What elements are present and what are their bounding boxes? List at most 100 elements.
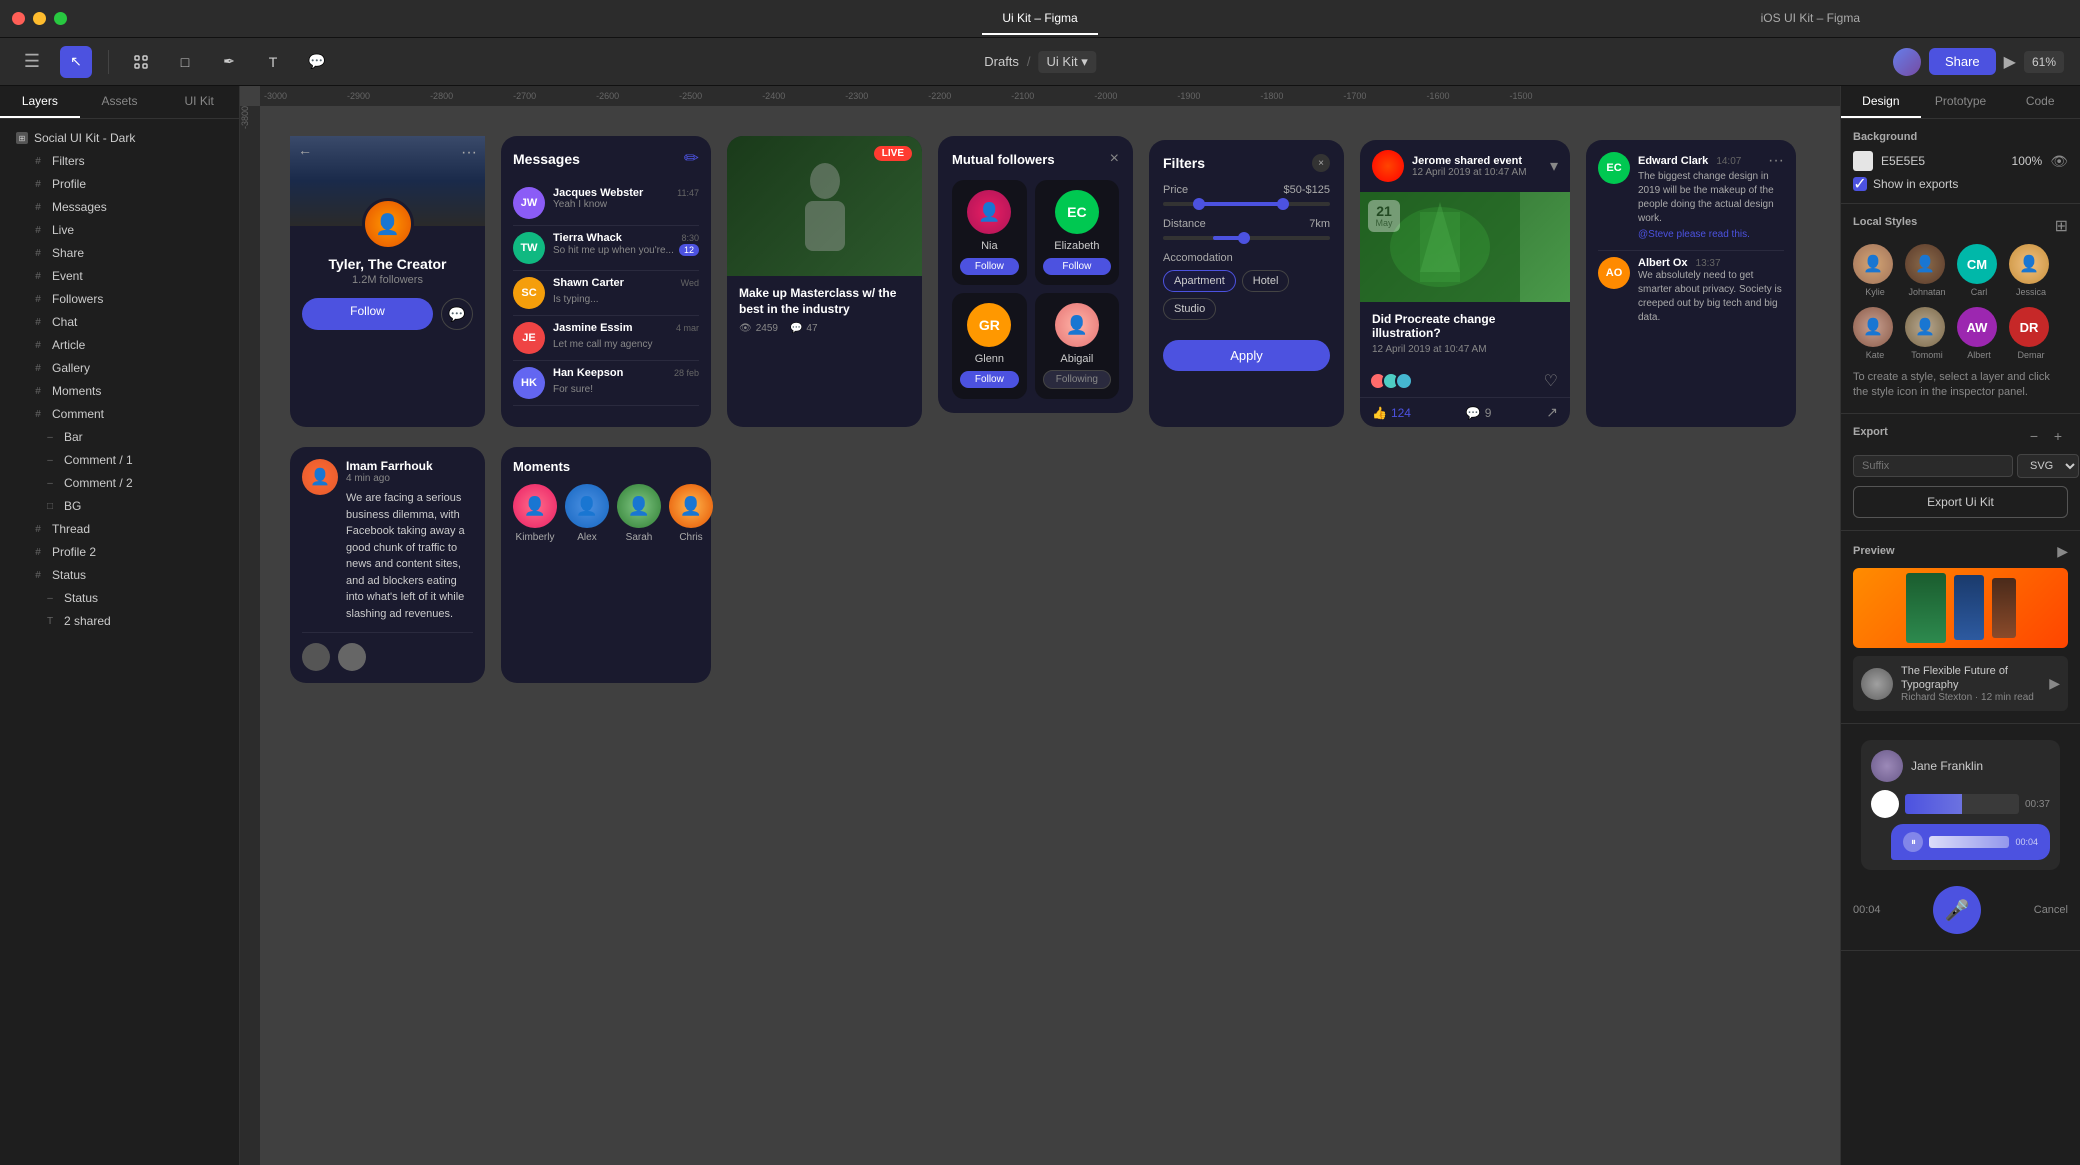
sidebar-group-root[interactable]: ⊞ Social UI Kit - Dark <box>4 127 235 149</box>
message-item-sc[interactable]: SC Shawn Carter Wed Is typing... <box>513 271 699 316</box>
user-avatar[interactable] <box>1893 48 1921 76</box>
move-tool[interactable]: ↖ <box>60 46 92 78</box>
local-styles-add-btn[interactable]: ⊞ <box>2055 216 2068 236</box>
apply-filters-btn[interactable]: Apply <box>1163 340 1330 371</box>
sidebar-item-gallery[interactable]: # Gallery <box>8 357 231 379</box>
hash-icon-gallery: # <box>32 362 44 374</box>
sidebar-item-filters[interactable]: # Filters <box>8 150 231 172</box>
new-message-btn[interactable]: ✏ <box>684 148 699 169</box>
sidebar-item-profile2[interactable]: # Profile 2 <box>8 541 231 563</box>
price-slider[interactable] <box>1163 202 1330 206</box>
moment-alex[interactable]: 👤 Alex <box>565 484 609 543</box>
distance-slider[interactable] <box>1163 236 1330 240</box>
sidebar-item-status2[interactable]: – Status <box>8 587 231 609</box>
uikit-tab[interactable]: UI Kit <box>159 86 239 118</box>
export-plus-btn[interactable]: + <box>2048 426 2068 446</box>
mic-button[interactable]: 🎤 <box>1933 886 1981 934</box>
follow-nia-btn[interactable]: Follow <box>960 258 1019 275</box>
mutual-item-glenn: GR Glenn Follow <box>952 293 1027 399</box>
sidebar-label-moments: Moments <box>52 384 101 398</box>
comment-tool[interactable]: 💬 <box>301 46 333 78</box>
text-tool[interactable]: T <box>257 46 289 78</box>
sidebar-item-comment2[interactable]: – Comment / 2 <box>8 472 231 494</box>
export-kit-button[interactable]: Export Ui Kit <box>1853 486 2068 518</box>
moment-sarah[interactable]: 👤 Sarah <box>617 484 661 543</box>
hash-icon-article: # <box>32 339 44 351</box>
option-studio[interactable]: Studio <box>1163 298 1216 320</box>
sidebar-item-live[interactable]: # Live <box>8 219 231 241</box>
share-button[interactable]: Share <box>1929 48 1996 75</box>
follow-elizabeth-btn[interactable]: Follow <box>1043 258 1111 275</box>
mutual-item-nia: 👤 Nia Follow <box>952 180 1027 285</box>
moment-kimberly[interactable]: 👤 Kimberly <box>513 484 557 543</box>
sidebar-item-moments[interactable]: # Moments <box>8 380 231 402</box>
sidebar-item-article[interactable]: # Article <box>8 334 231 356</box>
tab-ios-uikit[interactable]: iOS UI Kit – Figma <box>1741 3 1880 33</box>
sidebar-item-event[interactable]: # Event <box>8 265 231 287</box>
sidebar-item-share[interactable]: # Share <box>8 242 231 264</box>
sidebar-item-bg[interactable]: □ BG <box>8 495 231 517</box>
ec-more-btn[interactable]: ··· <box>1768 152 1784 170</box>
sidebar-tabs: Layers Assets UI Kit <box>0 86 239 119</box>
layers-tab[interactable]: Layers <box>0 86 80 118</box>
play-btn[interactable]: ▶ <box>2004 52 2016 72</box>
menu-button[interactable]: ☰ <box>16 46 48 78</box>
back-btn[interactable]: ← <box>298 142 312 158</box>
sidebar-item-comment1[interactable]: – Comment / 1 <box>8 449 231 471</box>
project-name[interactable]: Drafts / Ui Kit Ui Kit ▾ <box>1039 51 1096 73</box>
follow-button[interactable]: Follow <box>302 298 433 330</box>
following-abigail-btn[interactable]: Following <box>1043 370 1111 389</box>
like-btn[interactable]: 👍124 <box>1372 406 1411 420</box>
export-section: Export − + SVG PNG JPG ··· Export Ui Kit <box>1841 414 2080 531</box>
sidebar-item-bar[interactable]: – Bar <box>8 426 231 448</box>
export-minus-btn[interactable]: − <box>2024 426 2044 446</box>
code-tab[interactable]: Code <box>2000 86 2080 118</box>
sidebar-item-chat[interactable]: # Chat <box>8 311 231 333</box>
canvas[interactable]: -3000 -2900 -2800 -2700 -2600 -2500 -240… <box>240 86 1840 1165</box>
message-item-tw[interactable]: TW Tierra Whack 8:30 So hit me up when y… <box>513 226 699 271</box>
frame-tool[interactable] <box>125 46 157 78</box>
suffix-input[interactable] <box>1853 455 2013 477</box>
feed-expand-btn[interactable]: ▾ <box>1550 156 1558 176</box>
feed-card-jerome: Jerome shared event 12 April 2019 at 10:… <box>1360 140 1570 427</box>
shape-tool[interactable]: □ <box>169 46 201 78</box>
moment-chris[interactable]: 👤 Chris <box>669 484 713 543</box>
close-mutual-btn[interactable]: × <box>1110 150 1119 168</box>
format-select[interactable]: SVG PNG JPG <box>2017 454 2079 478</box>
prototype-tab[interactable]: Prototype <box>1921 86 2001 118</box>
pause-btn[interactable]: ⏸ <box>1903 832 1923 852</box>
bg-color-swatch[interactable] <box>1853 151 1873 171</box>
visibility-toggle[interactable]: 👁 <box>2050 153 2068 170</box>
preview-toggle[interactable]: Preview ▶ <box>1853 543 2068 560</box>
follow-glenn-btn[interactable]: Follow <box>960 371 1019 388</box>
tab-uikit[interactable]: Ui Kit – Figma <box>982 3 1097 35</box>
share-feed-btn[interactable]: ↗ <box>1546 404 1558 421</box>
sidebar-item-comment[interactable]: # Comment <box>8 403 231 425</box>
cancel-record-btn[interactable]: Cancel <box>2034 904 2068 916</box>
chat-button[interactable]: 💬 <box>441 298 473 330</box>
assets-tab[interactable]: Assets <box>80 86 160 118</box>
message-item-je[interactable]: JE Jasmine Essim 4 mar Let me call my ag… <box>513 316 699 361</box>
show-exports-checkbox[interactable]: ✓ <box>1853 177 1867 191</box>
drafts-link[interactable]: Drafts <box>984 54 1019 69</box>
sidebar-item-status[interactable]: # Status <box>8 564 231 586</box>
option-hotel[interactable]: Hotel <box>1242 270 1290 292</box>
close-filters-btn[interactable]: × <box>1312 154 1330 172</box>
sidebar-item-profile[interactable]: # Profile <box>8 173 231 195</box>
sidebar-item-shared[interactable]: T 2 shared <box>8 610 231 632</box>
sidebar-item-followers[interactable]: # Followers <box>8 288 231 310</box>
comment-btn[interactable]: 💬9 <box>1466 406 1492 420</box>
sidebar-item-thread[interactable]: # Thread <box>8 518 231 540</box>
preview-article-expand[interactable]: ▶ <box>2049 675 2060 692</box>
more-options-btn[interactable]: ··· <box>461 144 477 162</box>
feed-heart-btn[interactable]: ♡ <box>1544 371 1558 391</box>
sidebar-item-messages[interactable]: # Messages <box>8 196 231 218</box>
option-apartment[interactable]: Apartment <box>1163 270 1236 292</box>
design-tab[interactable]: Design <box>1841 86 1921 118</box>
audio-play-btn[interactable]: ▶ <box>1871 790 1899 818</box>
zoom-button[interactable]: 61% <box>2024 51 2064 73</box>
pen-tool[interactable]: ✒ <box>213 46 245 78</box>
message-item-hk[interactable]: HK Han Keepson 28 feb For sure! <box>513 361 699 406</box>
sidebar-label-event: Event <box>52 269 83 283</box>
message-item-jw[interactable]: JW Jacques Webster 11:47 Yeah I know <box>513 181 699 226</box>
